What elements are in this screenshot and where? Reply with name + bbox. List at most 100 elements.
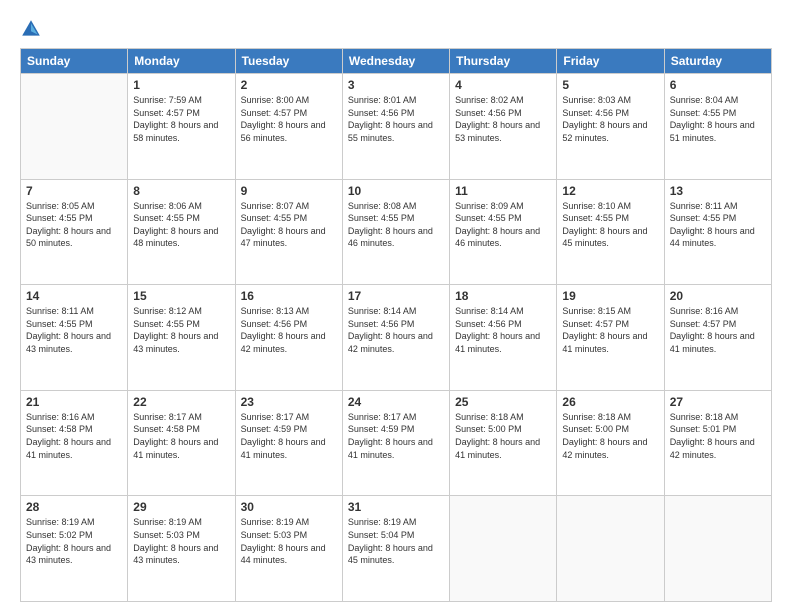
sunset: Sunset: 4:57 PM	[241, 108, 308, 118]
day-number: 18	[455, 289, 551, 303]
day-number: 29	[133, 500, 229, 514]
day-number: 20	[670, 289, 766, 303]
day-number: 13	[670, 184, 766, 198]
calendar-cell: 12 Sunrise: 8:10 AM Sunset: 4:55 PM Dayl…	[557, 179, 664, 285]
weekday-header-thursday: Thursday	[450, 49, 557, 74]
sunrise: Sunrise: 8:08 AM	[348, 201, 417, 211]
logo	[20, 18, 46, 40]
sunset: Sunset: 5:00 PM	[455, 424, 522, 434]
sunrise: Sunrise: 8:04 AM	[670, 95, 739, 105]
day-number: 30	[241, 500, 337, 514]
daylight: Daylight: 8 hours and 50 minutes.	[26, 226, 111, 249]
day-number: 9	[241, 184, 337, 198]
calendar-body: 1 Sunrise: 7:59 AM Sunset: 4:57 PM Dayli…	[21, 74, 772, 602]
sunrise: Sunrise: 8:17 AM	[241, 412, 310, 422]
sunset: Sunset: 4:55 PM	[133, 319, 200, 329]
sunrise: Sunrise: 7:59 AM	[133, 95, 202, 105]
day-number: 12	[562, 184, 658, 198]
day-number: 2	[241, 78, 337, 92]
calendar-cell: 2 Sunrise: 8:00 AM Sunset: 4:57 PM Dayli…	[235, 74, 342, 180]
day-number: 23	[241, 395, 337, 409]
sunset: Sunset: 4:55 PM	[133, 213, 200, 223]
sunset: Sunset: 4:55 PM	[241, 213, 308, 223]
calendar-cell: 13 Sunrise: 8:11 AM Sunset: 4:55 PM Dayl…	[664, 179, 771, 285]
day-number: 4	[455, 78, 551, 92]
day-info: Sunrise: 8:13 AM Sunset: 4:56 PM Dayligh…	[241, 305, 337, 355]
sunrise: Sunrise: 8:06 AM	[133, 201, 202, 211]
calendar-cell: 22 Sunrise: 8:17 AM Sunset: 4:58 PM Dayl…	[128, 390, 235, 496]
sunrise: Sunrise: 8:19 AM	[133, 517, 202, 527]
header	[20, 18, 772, 40]
day-info: Sunrise: 8:14 AM Sunset: 4:56 PM Dayligh…	[348, 305, 444, 355]
sunrise: Sunrise: 8:11 AM	[26, 306, 94, 316]
sunrise: Sunrise: 8:17 AM	[133, 412, 202, 422]
sunset: Sunset: 4:57 PM	[670, 319, 737, 329]
sunset: Sunset: 4:55 PM	[670, 108, 737, 118]
daylight: Daylight: 8 hours and 45 minutes.	[348, 543, 433, 566]
weekday-header-sunday: Sunday	[21, 49, 128, 74]
day-number: 17	[348, 289, 444, 303]
day-info: Sunrise: 8:05 AM Sunset: 4:55 PM Dayligh…	[26, 200, 122, 250]
sunset: Sunset: 5:02 PM	[26, 530, 93, 540]
sunset: Sunset: 5:01 PM	[670, 424, 737, 434]
sunset: Sunset: 4:58 PM	[133, 424, 200, 434]
day-info: Sunrise: 8:10 AM Sunset: 4:55 PM Dayligh…	[562, 200, 658, 250]
sunset: Sunset: 5:03 PM	[241, 530, 308, 540]
daylight: Daylight: 8 hours and 41 minutes.	[455, 437, 540, 460]
sunset: Sunset: 4:59 PM	[348, 424, 415, 434]
day-number: 19	[562, 289, 658, 303]
sunset: Sunset: 4:55 PM	[348, 213, 415, 223]
sunrise: Sunrise: 8:05 AM	[26, 201, 95, 211]
calendar-table: SundayMondayTuesdayWednesdayThursdayFrid…	[20, 48, 772, 602]
daylight: Daylight: 8 hours and 42 minutes.	[670, 437, 755, 460]
day-info: Sunrise: 8:03 AM Sunset: 4:56 PM Dayligh…	[562, 94, 658, 144]
calendar-cell: 9 Sunrise: 8:07 AM Sunset: 4:55 PM Dayli…	[235, 179, 342, 285]
sunset: Sunset: 4:56 PM	[241, 319, 308, 329]
daylight: Daylight: 8 hours and 43 minutes.	[133, 331, 218, 354]
day-info: Sunrise: 8:17 AM Sunset: 4:58 PM Dayligh…	[133, 411, 229, 461]
calendar-cell: 1 Sunrise: 7:59 AM Sunset: 4:57 PM Dayli…	[128, 74, 235, 180]
weekday-header-saturday: Saturday	[664, 49, 771, 74]
calendar-cell: 23 Sunrise: 8:17 AM Sunset: 4:59 PM Dayl…	[235, 390, 342, 496]
daylight: Daylight: 8 hours and 52 minutes.	[562, 120, 647, 143]
sunrise: Sunrise: 8:19 AM	[241, 517, 310, 527]
sunrise: Sunrise: 8:12 AM	[133, 306, 202, 316]
day-number: 28	[26, 500, 122, 514]
daylight: Daylight: 8 hours and 44 minutes.	[241, 543, 326, 566]
day-info: Sunrise: 8:02 AM Sunset: 4:56 PM Dayligh…	[455, 94, 551, 144]
day-number: 6	[670, 78, 766, 92]
daylight: Daylight: 8 hours and 41 minutes.	[348, 437, 433, 460]
day-number: 7	[26, 184, 122, 198]
sunset: Sunset: 4:56 PM	[455, 319, 522, 329]
sunrise: Sunrise: 8:19 AM	[26, 517, 95, 527]
daylight: Daylight: 8 hours and 42 minutes.	[562, 437, 647, 460]
daylight: Daylight: 8 hours and 41 minutes.	[455, 331, 540, 354]
day-number: 16	[241, 289, 337, 303]
day-info: Sunrise: 8:19 AM Sunset: 5:04 PM Dayligh…	[348, 516, 444, 566]
calendar-cell: 8 Sunrise: 8:06 AM Sunset: 4:55 PM Dayli…	[128, 179, 235, 285]
calendar-cell: 30 Sunrise: 8:19 AM Sunset: 5:03 PM Dayl…	[235, 496, 342, 602]
calendar-cell: 7 Sunrise: 8:05 AM Sunset: 4:55 PM Dayli…	[21, 179, 128, 285]
day-number: 11	[455, 184, 551, 198]
day-info: Sunrise: 8:19 AM Sunset: 5:03 PM Dayligh…	[133, 516, 229, 566]
day-number: 3	[348, 78, 444, 92]
day-info: Sunrise: 8:01 AM Sunset: 4:56 PM Dayligh…	[348, 94, 444, 144]
sunset: Sunset: 5:04 PM	[348, 530, 415, 540]
day-info: Sunrise: 7:59 AM Sunset: 4:57 PM Dayligh…	[133, 94, 229, 144]
day-number: 1	[133, 78, 229, 92]
day-info: Sunrise: 8:07 AM Sunset: 4:55 PM Dayligh…	[241, 200, 337, 250]
sunrise: Sunrise: 8:18 AM	[455, 412, 524, 422]
sunrise: Sunrise: 8:14 AM	[455, 306, 524, 316]
day-info: Sunrise: 8:18 AM Sunset: 5:01 PM Dayligh…	[670, 411, 766, 461]
calendar-cell: 3 Sunrise: 8:01 AM Sunset: 4:56 PM Dayli…	[342, 74, 449, 180]
sunset: Sunset: 4:55 PM	[562, 213, 629, 223]
calendar-cell: 25 Sunrise: 8:18 AM Sunset: 5:00 PM Dayl…	[450, 390, 557, 496]
sunset: Sunset: 4:55 PM	[670, 213, 737, 223]
daylight: Daylight: 8 hours and 51 minutes.	[670, 120, 755, 143]
daylight: Daylight: 8 hours and 41 minutes.	[133, 437, 218, 460]
daylight: Daylight: 8 hours and 41 minutes.	[562, 331, 647, 354]
calendar-cell: 21 Sunrise: 8:16 AM Sunset: 4:58 PM Dayl…	[21, 390, 128, 496]
daylight: Daylight: 8 hours and 46 minutes.	[455, 226, 540, 249]
sunset: Sunset: 4:56 PM	[455, 108, 522, 118]
sunset: Sunset: 5:03 PM	[133, 530, 200, 540]
